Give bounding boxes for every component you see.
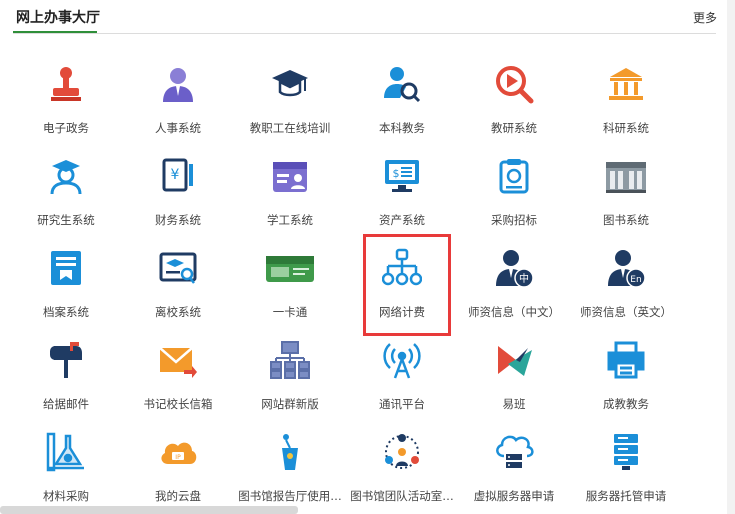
tile-registered-mail[interactable]: 给据邮件 (10, 326, 122, 412)
svg-text:$: $ (393, 167, 400, 180)
tile-teaching-research[interactable]: 教研系统 (458, 50, 570, 136)
tile-label: 离校系统 (155, 305, 201, 319)
selected-tile-highlight (363, 234, 451, 336)
website-cluster-icon (270, 340, 310, 380)
tile-label: 研究生系统 (37, 213, 95, 227)
tile-label: 成教教务 (603, 397, 649, 411)
tile-label: 采购招标 (491, 213, 537, 227)
tile-material-purchase[interactable]: 材料采购 (10, 418, 122, 504)
team-room-icon (382, 432, 422, 472)
cloud-server-icon (494, 432, 534, 472)
student-icon (46, 156, 86, 196)
tile-label: 师资信息（英文） (580, 305, 672, 319)
more-link[interactable]: 更多 (693, 9, 717, 26)
calendar-person-icon (270, 156, 310, 196)
tile-my-cloud-disk[interactable]: IP 我的云盘 (122, 418, 234, 504)
header: 网上办事大厅 更多 (0, 0, 735, 38)
tile-label: 学工系统 (267, 213, 313, 227)
svg-text:En: En (630, 275, 641, 285)
tile-faculty-info-en[interactable]: En 师资信息（英文） (570, 234, 682, 320)
stamp-icon (46, 64, 86, 104)
tile-undergrad-affairs[interactable]: 本科教务 (346, 50, 458, 136)
tile-label: 财务系统 (155, 213, 201, 227)
tile-label: 图书馆报告厅使用… (238, 489, 342, 503)
tile-label: 易班 (502, 397, 526, 411)
tile-label: 教研系统 (491, 121, 537, 135)
server-rack-icon (606, 432, 646, 472)
bank-building-icon (606, 64, 646, 104)
tile-yiban[interactable]: 易班 (458, 326, 570, 412)
tile-leave-school[interactable]: 离校系统 (122, 234, 234, 320)
tile-e-government[interactable]: 电子政务 (10, 50, 122, 136)
tile-label: 师资信息（中文） (468, 305, 560, 319)
tile-label: 给据邮件 (43, 397, 89, 411)
tile-label: 我的云盘 (155, 489, 201, 503)
tile-website-cluster[interactable]: 网站群新版 (234, 326, 346, 412)
printer-icon (606, 340, 646, 380)
tile-label: 人事系统 (155, 121, 201, 135)
monitor-asset-icon: $ (382, 156, 422, 196)
library-building-icon (606, 156, 646, 196)
tile-label: 档案系统 (43, 305, 89, 319)
tile-asset-system[interactable]: $ 资产系统 (346, 142, 458, 228)
antenna-icon (382, 340, 422, 380)
tile-graduate-system[interactable]: 研究生系统 (10, 142, 122, 228)
tile-label: 虚拟服务器申请 (473, 489, 555, 503)
graduation-cap-icon (270, 64, 310, 104)
tile-server-hosting[interactable]: 服务器托管申请 (570, 418, 682, 504)
mailbox-icon (46, 340, 86, 380)
tile-finance-system[interactable]: ¥ 财务系统 (122, 142, 234, 228)
tile-purchase-bidding[interactable]: 采购招标 (458, 142, 570, 228)
tile-virtual-server[interactable]: 虚拟服务器申请 (458, 418, 570, 504)
person-suit-icon (158, 64, 198, 104)
mail-forward-icon (158, 340, 198, 380)
tile-president-mailbox[interactable]: 书记校长信箱 (122, 326, 234, 412)
horizontal-scrollbar[interactable] (0, 506, 298, 514)
tile-label: 电子政务 (43, 121, 89, 135)
tile-archive-system[interactable]: 档案系统 (10, 234, 122, 320)
tile-label: 资产系统 (379, 213, 425, 227)
svg-text:IP: IP (175, 454, 181, 461)
tile-label: 网站群新版 (261, 397, 319, 411)
tile-label: 通讯平台 (379, 397, 425, 411)
microphone-stand-icon (270, 432, 310, 472)
tile-library-hall[interactable]: 图书馆报告厅使用… (234, 418, 346, 504)
tile-campus-card[interactable]: 一卡通 (234, 234, 346, 320)
flask-icon (46, 432, 86, 472)
play-search-icon (494, 64, 534, 104)
tile-label: 一卡通 (272, 305, 308, 319)
graduate-card-icon (158, 248, 198, 288)
header-divider (13, 33, 716, 34)
tile-hr-system[interactable]: 人事系统 (122, 50, 234, 136)
tile-label: 图书馆团队活动室… (350, 489, 454, 503)
svg-text:¥: ¥ (171, 167, 180, 183)
tile-label: 教职工在线培训 (249, 121, 331, 135)
cloud-disk-icon: IP (158, 432, 198, 472)
purchase-document-icon (494, 156, 534, 196)
teacher-en-icon: En (606, 248, 646, 288)
user-search-icon (382, 64, 422, 104)
tile-student-affairs[interactable]: 学工系统 (234, 142, 346, 228)
finance-document-icon: ¥ (158, 156, 198, 196)
tile-staff-training[interactable]: 教职工在线培训 (234, 50, 346, 136)
vertical-scroll-track[interactable] (727, 0, 735, 514)
teacher-zh-icon: 中 (494, 248, 534, 288)
tile-label: 科研系统 (603, 121, 649, 135)
tile-label: 本科教务 (379, 121, 425, 135)
tile-label: 服务器托管申请 (585, 489, 667, 503)
tile-library-team-room[interactable]: 图书馆团队活动室… (346, 418, 458, 504)
tile-library-system[interactable]: 图书系统 (570, 142, 682, 228)
tile-research-system[interactable]: 科研系统 (570, 50, 682, 136)
svg-text:中: 中 (519, 272, 529, 285)
yiban-logo-icon (494, 340, 534, 380)
tile-communication-platform[interactable]: 通讯平台 (346, 326, 458, 412)
campus-card-icon (265, 248, 315, 288)
archive-folder-icon (46, 248, 86, 288)
section-title: 网上办事大厅 (16, 10, 100, 26)
tile-adult-education[interactable]: 成教教务 (570, 326, 682, 412)
tile-label: 书记校长信箱 (143, 397, 213, 411)
tile-label: 图书系统 (603, 213, 649, 227)
tile-label: 材料采购 (43, 489, 89, 503)
tile-faculty-info-zh[interactable]: 中 师资信息（中文） (458, 234, 570, 320)
